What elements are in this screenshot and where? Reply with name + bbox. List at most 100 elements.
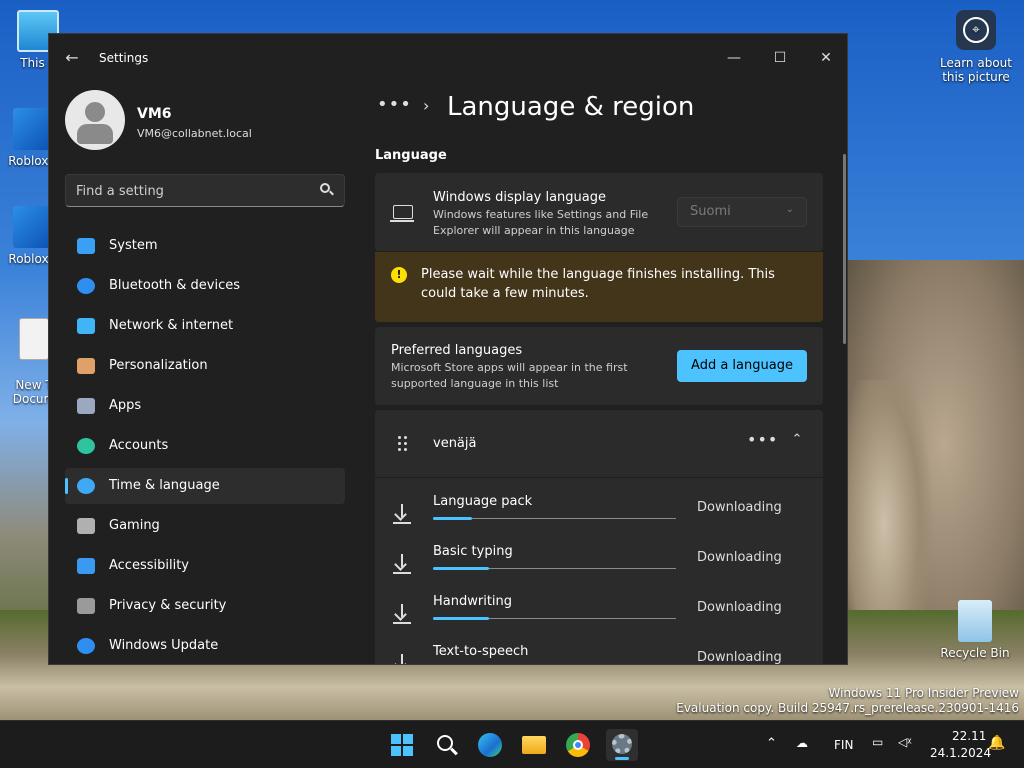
display-language-select[interactable]: Suomi ⌄ <box>677 197 807 227</box>
search-input[interactable] <box>76 181 306 201</box>
sidebar-item-label: Time & language <box>109 478 220 493</box>
chevron-right-icon: › <box>423 96 430 115</box>
download-progress-bar <box>433 617 676 620</box>
watermark-edition: Windows 11 Pro Insider Preview <box>828 686 1019 700</box>
sidebar-item-label: Accounts <box>109 438 169 453</box>
learn-about-label: Learn about this picture <box>940 56 1012 84</box>
sidebar-item-privacy-security[interactable]: Privacy & security <box>65 588 345 624</box>
sidebar-item-network-internet[interactable]: Network & internet <box>65 308 345 344</box>
chevron-up-icon[interactable]: ⌃ <box>787 432 807 452</box>
download-icon <box>393 554 411 576</box>
taskbar-edge-button[interactable] <box>474 729 506 761</box>
language-feature-row: Text-to-speech Downloading <box>375 640 823 665</box>
feature-status: Downloading <box>697 500 782 515</box>
taskbar-chrome-button[interactable] <box>562 729 594 761</box>
feature-status: Downloading <box>697 550 782 565</box>
window-title: Settings <box>99 51 149 65</box>
sidebar-item-label: Gaming <box>109 518 160 533</box>
download-progress-bar <box>433 567 676 570</box>
add-language-button[interactable]: Add a language <box>677 350 807 382</box>
close-button[interactable]: ✕ <box>803 42 847 74</box>
clock-time[interactable]: 22.11 <box>952 729 986 743</box>
scrollbar[interactable] <box>843 154 846 344</box>
preferred-languages-title: Preferred languages <box>391 343 523 358</box>
maximize-button[interactable]: ☐ <box>757 42 803 74</box>
sidebar-item-label: Bluetooth & devices <box>109 278 240 293</box>
sidebar-nav: System Bluetooth & devices Network & inter… <box>65 228 345 664</box>
language-entry-header[interactable]: venäjä ••• ⌃ <box>375 410 823 478</box>
avatar <box>65 90 125 150</box>
desktop-icon-recycle-bin[interactable]: Recycle Bin <box>940 600 1010 660</box>
taskbar-file-explorer-button[interactable] <box>518 729 550 761</box>
sidebar-item-label: System <box>109 238 158 253</box>
network-disconnected-icon[interactable]: ☁ <box>796 736 808 750</box>
feature-name: Handwriting <box>433 594 513 609</box>
chrome-icon <box>566 733 590 757</box>
breadcrumb-more-button[interactable]: ••• <box>377 94 412 115</box>
sidebar-item-time-language[interactable]: Time & language <box>65 468 345 504</box>
monitor-icon <box>77 238 95 254</box>
network-icon[interactable]: ▭ <box>872 735 883 749</box>
desktop-icon-label: Recycle Bin <box>940 646 1010 660</box>
back-button[interactable]: ← <box>61 48 83 68</box>
language-feature-row: Language pack Downloading <box>375 490 823 540</box>
shield-icon <box>77 598 95 614</box>
minimize-button[interactable]: — <box>711 42 757 74</box>
sidebar-item-accounts[interactable]: Accounts <box>65 428 345 464</box>
sidebar-item-label: Privacy & security <box>109 598 227 613</box>
start-button[interactable] <box>386 729 418 761</box>
file-explorer-icon <box>522 736 546 754</box>
input-language-indicator[interactable]: FIN <box>834 738 853 752</box>
chevron-up-icon[interactable]: ⌃ <box>766 736 777 751</box>
language-entry-card: venäjä ••• ⌃ Language pack Downloading Bas… <box>375 410 823 665</box>
settings-icon <box>612 734 632 754</box>
section-title-language: Language <box>375 148 447 163</box>
feature-name: Language pack <box>433 494 533 509</box>
brush-icon <box>77 358 95 374</box>
preferred-languages-desc: Microsoft Store apps will appear in the … <box>391 361 628 390</box>
sidebar-item-label: Personalization <box>109 358 208 373</box>
clock-date[interactable]: 24.1.2024 <box>930 746 991 760</box>
settings-window: ← Settings — ☐ ✕ VM6 VM6@collabnet.local… <box>48 33 848 665</box>
drag-handle-icon[interactable] <box>397 436 409 452</box>
notification-bell-icon[interactable]: 🔔 <box>988 735 1005 751</box>
edge-icon <box>478 733 502 757</box>
more-options-button[interactable]: ••• <box>747 430 777 454</box>
recycle-bin-icon <box>958 600 992 642</box>
sidebar-item-system[interactable]: System <box>65 228 345 264</box>
spotlight-icon: ⌖ <box>956 10 996 50</box>
feature-status: Downloading <box>697 600 782 615</box>
sidebar-item-label: Accessibility <box>109 558 189 573</box>
sidebar-item-gaming[interactable]: Gaming <box>65 508 345 544</box>
user-profile[interactable]: VM6 VM6@collabnet.local <box>65 90 355 152</box>
update-icon <box>77 638 95 654</box>
globe-clock-icon <box>77 478 95 494</box>
sidebar-item-label: Network & internet <box>109 318 234 333</box>
taskbar: ⌃ ☁ FIN ▭ ◁ᵡ 22.11 24.1.2024 🔔 <box>0 720 1024 768</box>
taskbar-settings-button[interactable] <box>606 729 638 761</box>
warning-text: Please wait while the language finishes … <box>421 267 775 301</box>
search-icon[interactable] <box>320 183 334 197</box>
volume-muted-icon[interactable]: ◁ᵡ <box>898 735 912 749</box>
language-feature-row: Basic typing Downloading <box>375 540 823 590</box>
language-feature-row: Handwriting Downloading <box>375 590 823 640</box>
preferred-languages-card: Preferred languages Microsoft Store apps… <box>375 327 823 405</box>
search-box[interactable] <box>65 174 345 207</box>
display-language-desc: Windows features like Settings and File … <box>433 208 649 237</box>
download-icon <box>393 654 411 664</box>
feature-name: Text-to-speech <box>433 644 529 659</box>
taskbar-search-button[interactable] <box>430 729 462 761</box>
back-arrow-icon: ← <box>65 48 79 67</box>
feature-status: Downloading <box>697 650 782 665</box>
language-name: venäjä <box>433 436 477 451</box>
title-bar[interactable]: ← Settings — ☐ ✕ <box>49 34 847 82</box>
sidebar-item-label: Apps <box>109 398 142 413</box>
feature-name: Basic typing <box>433 544 513 559</box>
laptop-icon <box>390 205 414 222</box>
sidebar-item-accessibility[interactable]: Accessibility <box>65 548 345 584</box>
sidebar-item-apps[interactable]: Apps <box>65 388 345 424</box>
sidebar-item-personalization[interactable]: Personalization <box>65 348 345 384</box>
learn-about-picture[interactable]: ⌖ Learn about this picture <box>934 10 1018 84</box>
sidebar-item-windows-update[interactable]: Windows Update <box>65 628 345 664</box>
sidebar-item-bluetooth-devices[interactable]: Bluetooth & devices <box>65 268 345 304</box>
